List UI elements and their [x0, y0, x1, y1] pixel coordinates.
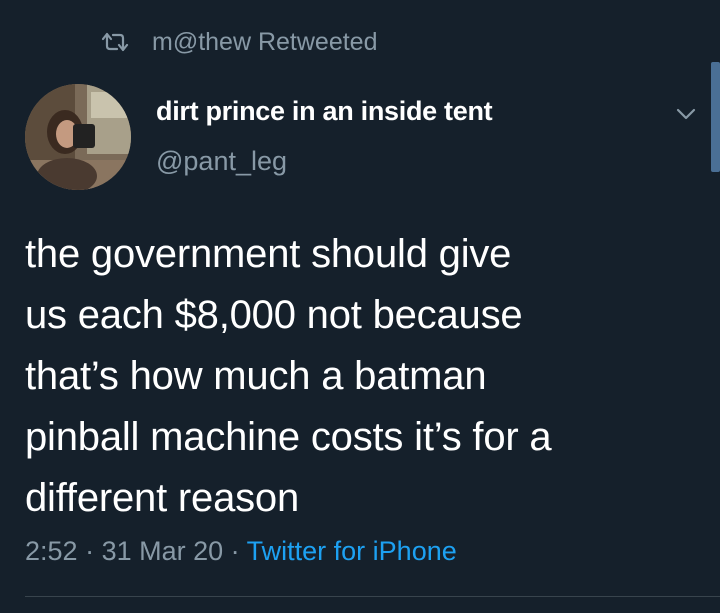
- tweet-time: 2:52: [25, 536, 78, 566]
- chevron-down-icon[interactable]: [674, 104, 698, 124]
- retweeted-by-label[interactable]: m@thew Retweeted: [152, 28, 377, 57]
- divider: [25, 596, 720, 597]
- meta-separator: ·: [223, 536, 247, 566]
- author-handle[interactable]: @pant_leg: [156, 146, 287, 177]
- tweet-date: 31 Mar 20: [101, 536, 224, 566]
- tweet-text: the government should give us each $8,00…: [25, 232, 552, 520]
- meta-separator: ·: [77, 536, 102, 566]
- tweet-source-link[interactable]: Twitter for iPhone: [247, 536, 457, 566]
- retweet-header: m@thew Retweeted: [100, 26, 377, 58]
- scrollbar[interactable]: [711, 62, 720, 172]
- author-name[interactable]: dirt prince in an inside tent: [156, 96, 493, 127]
- tweet-meta: 2:52 · 31 Mar 20 · Twitter for iPhone: [25, 536, 457, 567]
- retweet-icon: [100, 31, 130, 53]
- avatar[interactable]: [25, 84, 131, 190]
